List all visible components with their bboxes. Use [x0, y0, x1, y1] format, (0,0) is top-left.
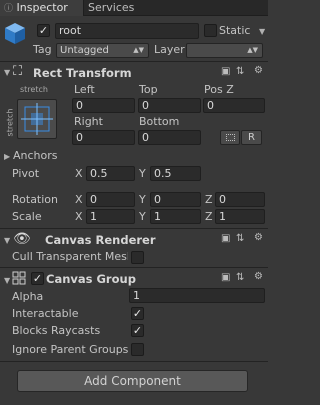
blocks-raycasts-checkbox[interactable]: ✓ [131, 324, 144, 337]
tag-dropdown[interactable]: Untagged ▲▼ [56, 43, 149, 58]
canvas-group-title: Canvas Group [46, 272, 136, 286]
scale-y-label: Y [139, 210, 146, 223]
pivot-y-label: Y [139, 167, 146, 180]
alpha-field[interactable]: 1 [129, 288, 265, 303]
layer-dropdown[interactable]: ▲▼ [186, 43, 263, 58]
scale-x-field[interactable]: 1 [86, 209, 135, 224]
anchors-foldout-arrow[interactable]: ▶ [4, 152, 10, 161]
canvas-group-icon [12, 271, 26, 285]
rotation-z-label: Z [205, 193, 213, 206]
layer-label: Layer [154, 43, 185, 56]
help-book-icon[interactable]: ▣ [221, 66, 230, 77]
canvas-group-enabled-checkbox[interactable]: ✓ [31, 272, 44, 285]
scale-y-field[interactable]: 1 [150, 209, 201, 224]
ignore-parent-groups-label: Ignore Parent Groups [12, 343, 129, 356]
divider [0, 228, 268, 229]
tag-value: Untagged [60, 45, 109, 56]
chevron-down-icon: ▲▼ [133, 46, 144, 54]
tab-inspector[interactable]: ⓘ Inspector [0, 0, 84, 16]
blueprint-mode-button[interactable] [220, 130, 240, 145]
pivot-label: Pivot [12, 167, 40, 180]
add-component-button[interactable]: Add Component [17, 370, 248, 392]
canvas-renderer-title: Canvas Renderer [45, 233, 156, 247]
rotation-y-label: Y [139, 193, 146, 206]
tag-label: Tag [33, 43, 52, 56]
anchor-stretch-icon [21, 103, 53, 135]
help-book-icon[interactable]: ▣ [221, 233, 230, 244]
bottom-header: Bottom [139, 115, 180, 128]
posz-field[interactable]: 0 [203, 98, 265, 113]
tab-services[interactable]: Services [88, 0, 148, 16]
blocks-raycasts-label: Blocks Raycasts [12, 324, 101, 337]
top-header: Top [139, 83, 158, 96]
left-field[interactable]: 0 [72, 98, 135, 113]
help-book-icon[interactable]: ▣ [221, 272, 230, 283]
top-field[interactable]: 0 [138, 98, 201, 113]
pivot-y-field[interactable]: 0.5 [150, 166, 201, 181]
gear-icon[interactable]: ⚙ [254, 65, 263, 76]
preset-icon[interactable]: ⇅ [236, 66, 244, 77]
bottom-field[interactable]: 0 [138, 130, 201, 145]
cull-transparent-mesh-label: Cull Transparent Mesh [12, 250, 128, 263]
right-field[interactable]: 0 [72, 130, 135, 145]
anchor-preset-button[interactable] [17, 99, 57, 139]
interactable-checkbox[interactable]: ✓ [131, 307, 144, 320]
interactable-label: Interactable [12, 307, 79, 320]
rotation-z-field[interactable]: 0 [215, 192, 265, 207]
pivot-x-label: X [75, 167, 83, 180]
divider [0, 61, 268, 62]
left-header: Left [74, 83, 95, 96]
blueprint-icon [226, 134, 235, 141]
rotation-x-label: X [75, 193, 83, 206]
chevron-down-icon: ▲▼ [247, 46, 258, 54]
pivot-x-field[interactable]: 0.5 [86, 166, 135, 181]
anchors-label[interactable]: Anchors [13, 149, 58, 162]
tab-services-label: Services [88, 1, 135, 14]
foldout-arrow-icon[interactable]: ▼ [4, 276, 10, 285]
gameobject-cube-icon [3, 21, 27, 45]
preset-icon[interactable]: ⇅ [236, 233, 244, 244]
static-label: Static [219, 24, 251, 37]
gear-icon[interactable]: ⚙ [254, 232, 263, 243]
alpha-label: Alpha [12, 290, 44, 303]
eye-icon: 👁 [13, 231, 31, 247]
static-checkbox[interactable] [204, 24, 217, 37]
static-dropdown-arrow[interactable]: ▼ [259, 27, 265, 36]
active-checkbox[interactable]: ✓ [37, 24, 50, 37]
scale-label: Scale [12, 210, 42, 223]
rotation-y-field[interactable]: 0 [150, 192, 201, 207]
foldout-arrow-icon[interactable]: ▼ [4, 68, 10, 77]
posz-header: Pos Z [204, 83, 234, 96]
inspector-icon: ⓘ [4, 4, 14, 14]
anchor-preset-side-label: stretch [5, 108, 15, 137]
ignore-parent-groups-checkbox[interactable] [131, 343, 144, 356]
foldout-arrow-icon[interactable]: ▼ [4, 236, 10, 245]
right-header: Right [74, 115, 103, 128]
scale-z-label: Z [205, 210, 213, 223]
divider [0, 361, 268, 362]
raw-edit-button[interactable]: R [241, 130, 262, 145]
rect-transform-icon: ⛶ [13, 64, 23, 79]
preset-icon[interactable]: ⇅ [236, 272, 244, 283]
scale-z-field[interactable]: 1 [215, 209, 265, 224]
cull-transparent-mesh-checkbox[interactable] [131, 251, 144, 264]
anchor-preset-top-label: stretch [20, 85, 48, 94]
scale-x-label: X [75, 210, 83, 223]
object-name-field[interactable]: root [55, 23, 199, 39]
divider [0, 267, 268, 268]
tab-inspector-label: Inspector [16, 1, 68, 14]
rotation-x-field[interactable]: 0 [86, 192, 135, 207]
rect-transform-title: Rect Transform [33, 66, 132, 80]
gear-icon[interactable]: ⚙ [254, 271, 263, 282]
rotation-label: Rotation [12, 193, 59, 206]
